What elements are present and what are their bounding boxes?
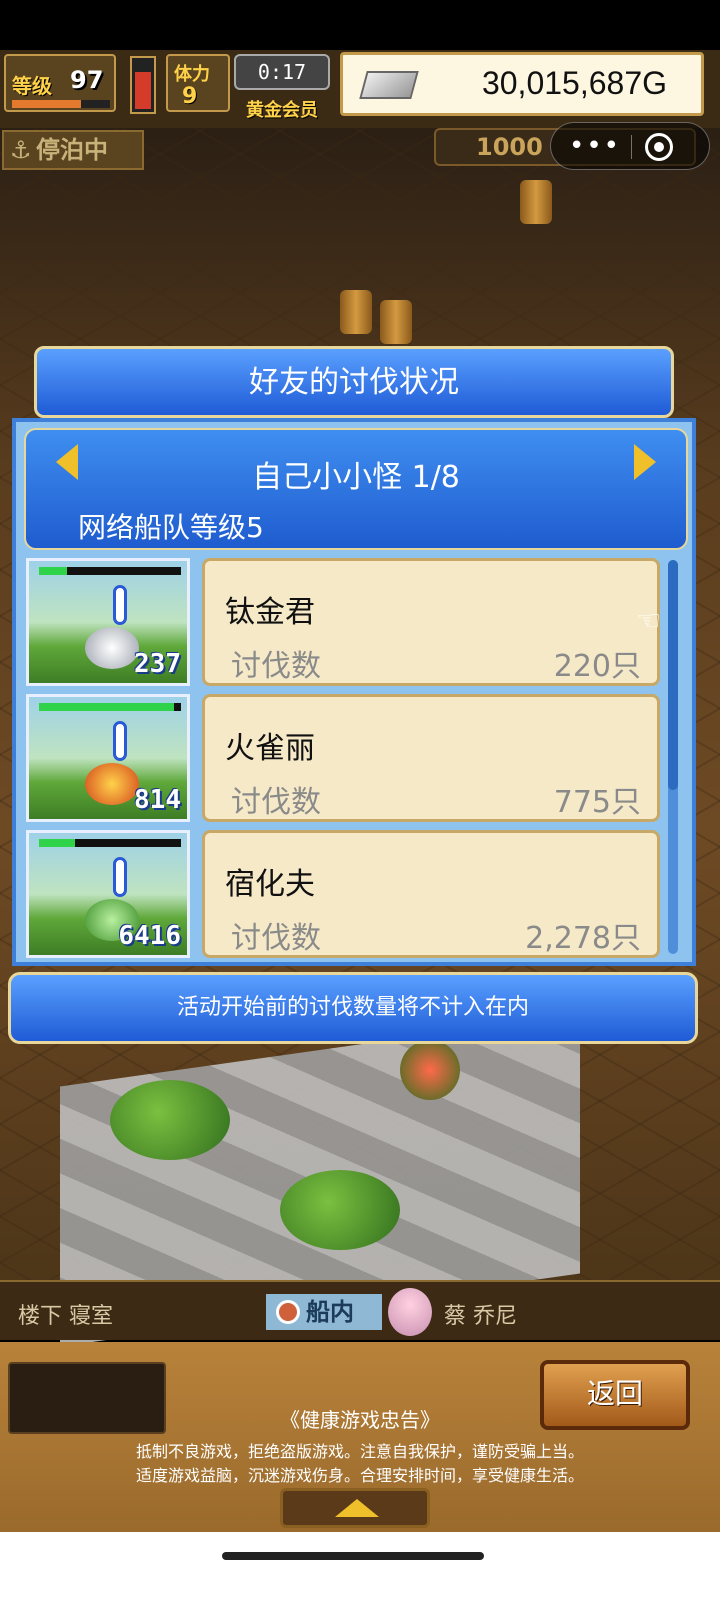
more-dots-icon[interactable]: ••• [569, 131, 621, 161]
hp-bar [39, 839, 181, 847]
notice-bar: 活动开始前的讨伐数量将不计入在内 [8, 972, 698, 1044]
hp-fill [39, 839, 75, 847]
fleet-level: 网络船队等级5 [78, 511, 264, 544]
friend-card[interactable]: 钛金君 讨伐数 220只 [202, 558, 660, 686]
bottom-panel: 返回 《健康游戏忠告》 抵制不良游戏，拒绝盗版游戏。注意自我保护，谨防受骗上当。… [0, 1342, 720, 1532]
thumbnail-number: 6416 [118, 921, 181, 951]
monster-thumbnail: 814 [26, 694, 190, 822]
hp-bar [39, 567, 181, 575]
location-left[interactable]: 楼下 寝室 [18, 1298, 113, 1330]
location-right[interactable]: 蔡 乔尼 [444, 1298, 517, 1330]
dialog-header-panel: 自己小小怪 1/8 网络船队等级5 [24, 428, 688, 550]
thumbnail-number: 237 [134, 649, 181, 679]
dialog-title-bar: 好友的讨伐状况 [34, 346, 674, 418]
pointer-hand-icon: ☜ [636, 604, 662, 637]
location-center[interactable]: 船内 [266, 1294, 382, 1330]
up-arrow-icon [335, 1499, 379, 1517]
expand-up-button[interactable] [280, 1488, 430, 1528]
gesture-handle[interactable] [222, 1552, 484, 1560]
stamina-box: 体力 9 [166, 54, 230, 112]
crop-plant [280, 1170, 400, 1250]
level-progress-fill [12, 100, 81, 108]
system-gesture-bar [0, 1532, 720, 1600]
close-circle-icon[interactable] [645, 133, 673, 161]
scrollbar-thumb[interactable] [668, 560, 678, 790]
resource-value: 1000 [476, 133, 543, 161]
map-pin-icon [276, 1300, 300, 1324]
advisory-line-2: 适度游戏益脑，沉迷游戏伤身。合理安排时间，享受健康生活。 [135, 1466, 584, 1485]
dock-status: ⚓ 停泊中 [2, 130, 144, 170]
kill-count-label: 讨伐数 [231, 785, 321, 820]
friend-name: 钛金君 [225, 595, 315, 630]
next-arrow-icon[interactable] [634, 444, 656, 480]
location-bar: 楼下 寝室 船内 蔡 乔尼 [0, 1280, 720, 1340]
exclamation-icon [113, 857, 127, 897]
avatar [388, 1288, 432, 1336]
kill-count-value: 775只 [553, 785, 641, 820]
kill-count-value: 220只 [553, 649, 641, 684]
apple-tree [400, 1040, 460, 1100]
stamina-label: 体力 [174, 64, 210, 85]
barrel-decoration [520, 180, 552, 224]
list-item[interactable]: 237 钛金君 讨伐数 220只 [26, 558, 660, 686]
dialog-body: 自己小小怪 1/8 网络船队等级5 237 钛金君 讨伐数 220只 814 火… [12, 418, 696, 966]
notice-text: 活动开始前的讨伐数量将不计入在内 [176, 995, 529, 1020]
friend-name: 宿化夫 [225, 867, 315, 902]
exclamation-icon [113, 721, 127, 761]
dock-status-label: 停泊中 [36, 136, 108, 164]
membership-badge[interactable]: 黄金会员 [234, 96, 330, 122]
barrel-decoration [340, 290, 372, 334]
hp-fill [39, 567, 68, 575]
location-center-label: 船内 [306, 1298, 354, 1326]
friend-card[interactable]: 宿化夫 讨伐数 2,278只 [202, 830, 660, 958]
mini-program-capsule: ••• [550, 122, 710, 170]
kill-count-label: 讨伐数 [231, 921, 321, 956]
money-value: 30,015,687G [481, 65, 667, 101]
level-box: 等级 97 [4, 54, 116, 112]
monster-icon [85, 627, 139, 669]
advisory-line-1: 抵制不良游戏，拒绝盗版游戏。注意自我保护，谨防受骗上当。 [135, 1442, 584, 1461]
exclamation-icon [113, 585, 127, 625]
level-value: 97 [70, 66, 104, 94]
capsule-divider [631, 135, 632, 159]
level-progress-bar [12, 100, 110, 108]
stamina-gauge [130, 56, 156, 114]
dialog-title: 好友的讨伐状况 [249, 365, 459, 400]
hp-bar [39, 703, 181, 711]
kill-count-label: 讨伐数 [231, 649, 321, 684]
monster-thumbnail: 6416 [26, 830, 190, 958]
status-bar: 等级 97 体力 9 0:17 黄金会员 30,015,687G [0, 50, 720, 128]
silver-ingot-icon [359, 71, 419, 99]
stamina-value: 9 [182, 84, 198, 109]
barrel-decoration [380, 300, 412, 344]
advisory-title: 《健康游戏忠告》 [280, 1408, 440, 1432]
kill-count-value: 2,278只 [525, 921, 641, 956]
monster-page-title: 自己小小怪 1/8 [252, 460, 460, 495]
list-item[interactable]: 6416 宿化夫 讨伐数 2,278只 [26, 830, 660, 958]
level-label: 等级 [12, 74, 52, 98]
monster-thumbnail: 237 [26, 558, 190, 686]
list-item[interactable]: 814 火雀丽 讨伐数 775只 [26, 694, 660, 822]
money-display: 30,015,687G [340, 52, 704, 116]
list-scrollbar[interactable] [668, 560, 678, 954]
thumbnail-number: 814 [134, 785, 181, 815]
friend-name: 火雀丽 [225, 731, 315, 766]
monster-icon [85, 763, 139, 805]
crop-plant [110, 1080, 230, 1160]
stamina-gauge-fill [135, 71, 151, 109]
hp-fill [39, 703, 174, 711]
friend-card[interactable]: 火雀丽 讨伐数 775只 [202, 694, 660, 822]
anchor-icon: ⚓ [10, 136, 32, 164]
timer: 0:17 [234, 54, 330, 90]
